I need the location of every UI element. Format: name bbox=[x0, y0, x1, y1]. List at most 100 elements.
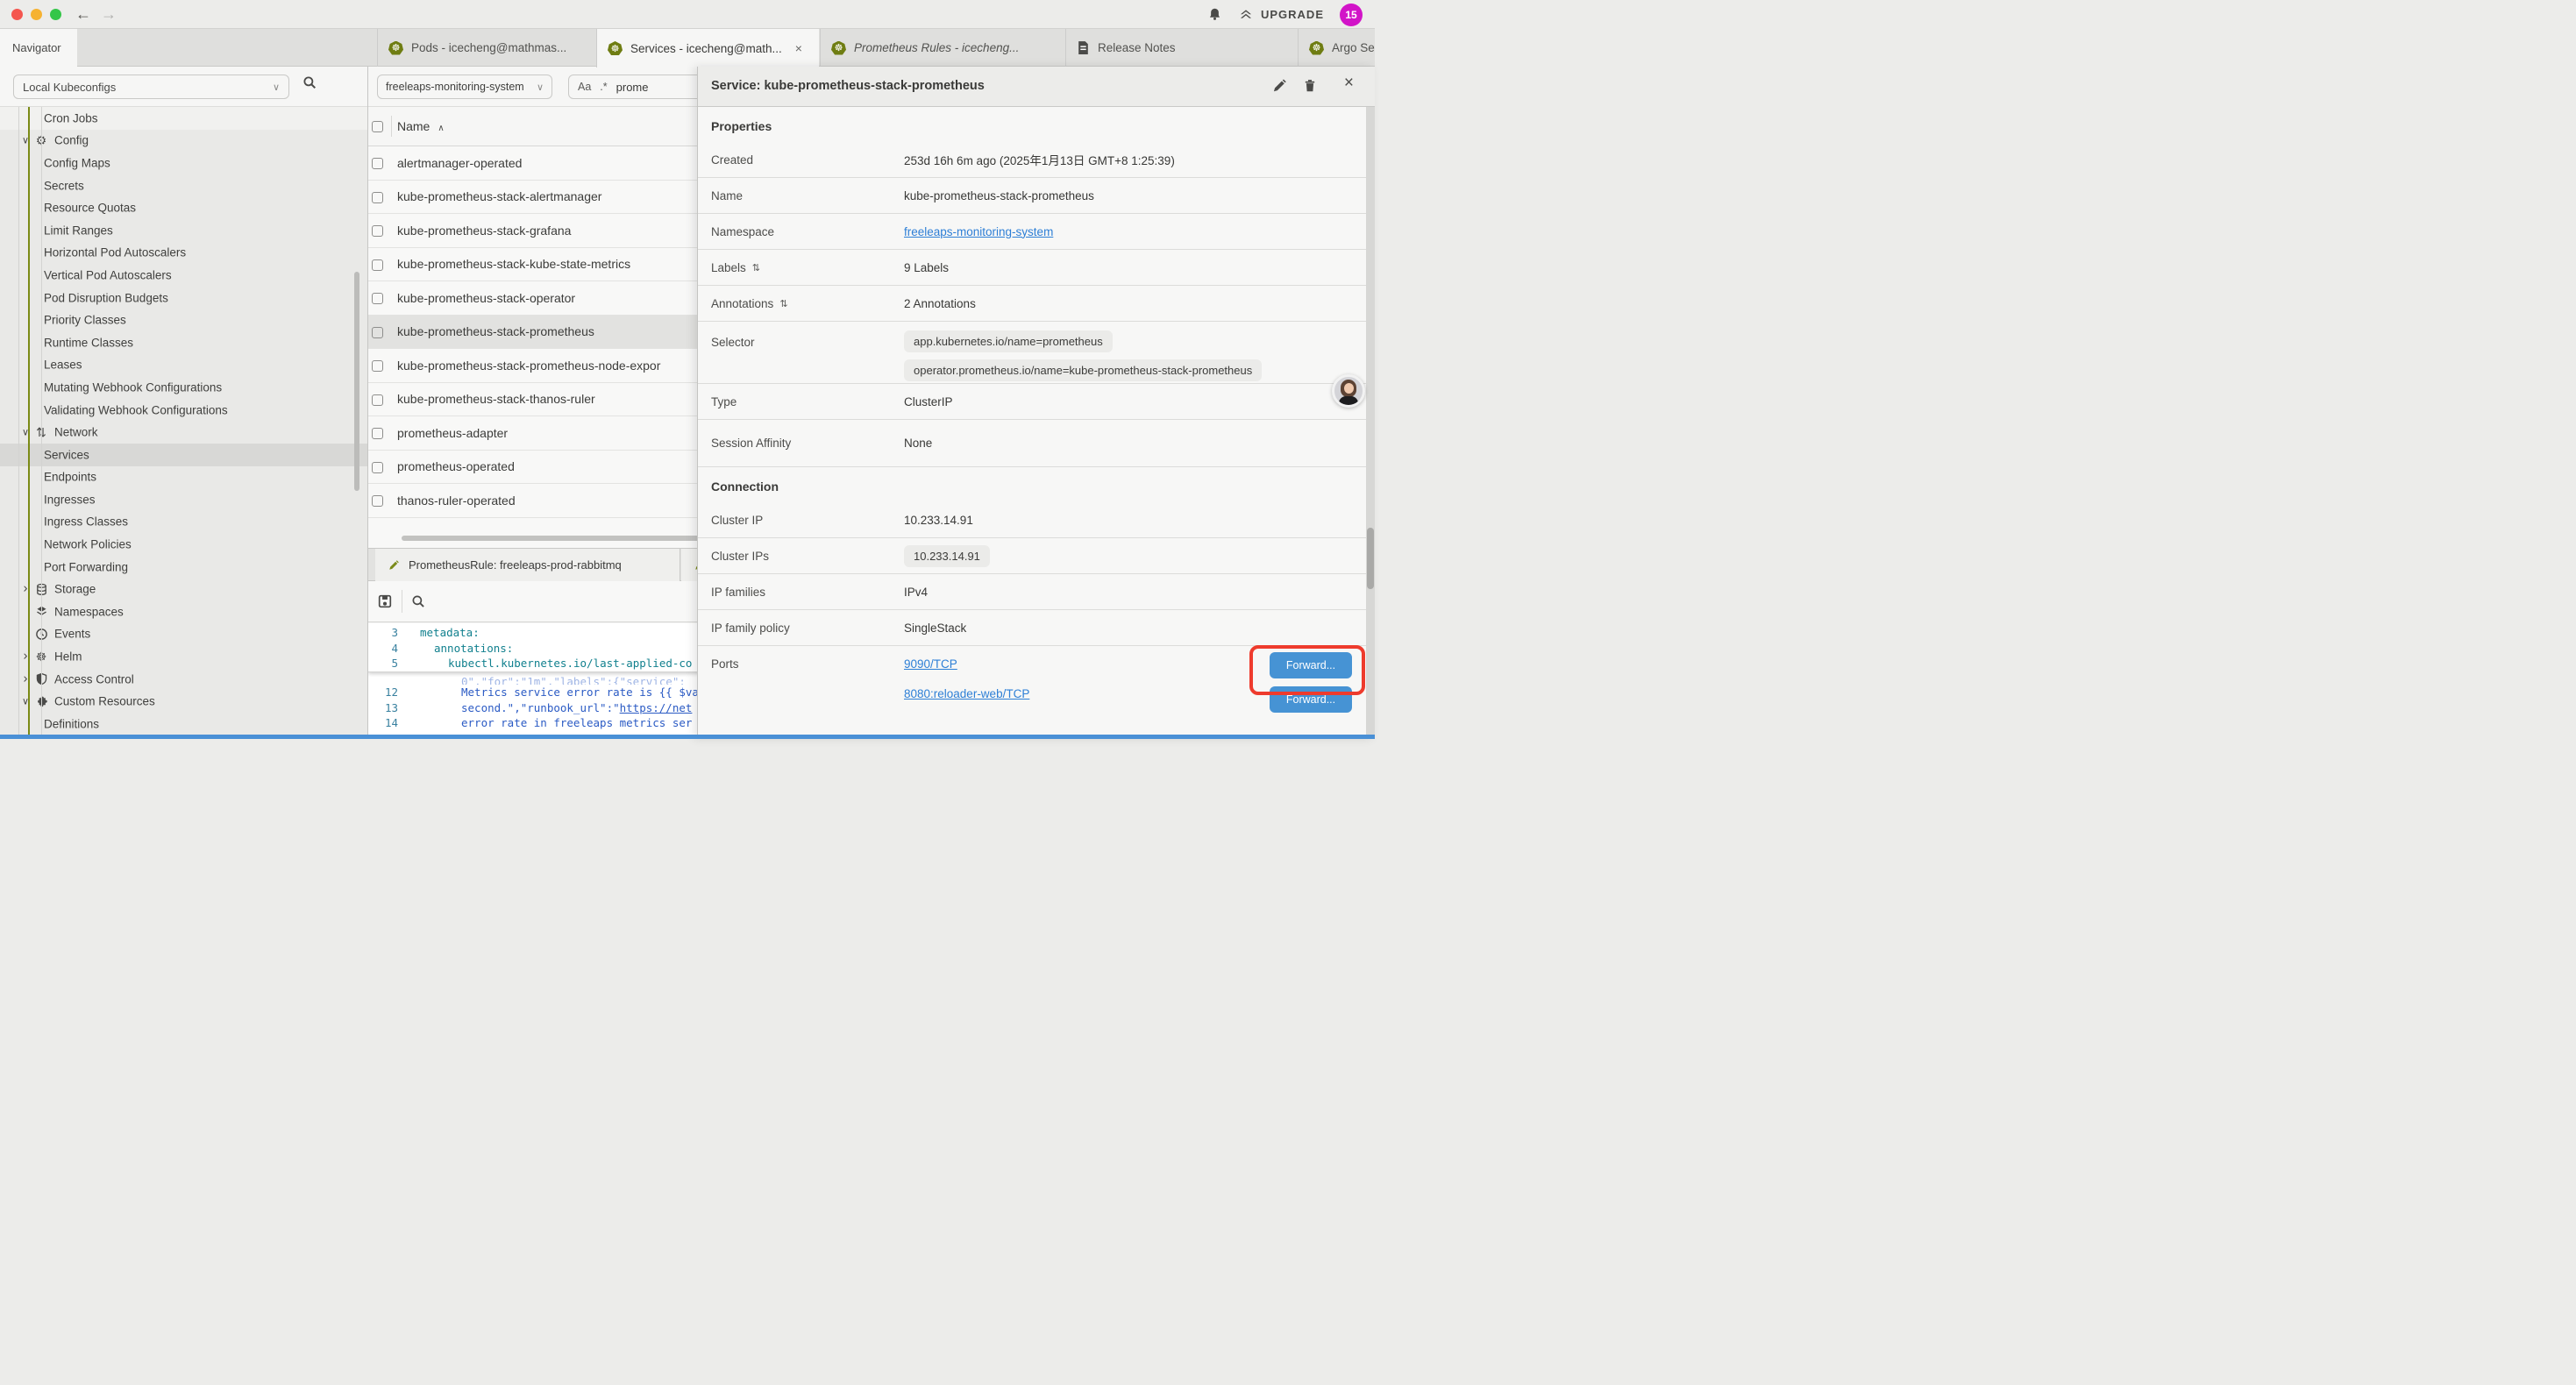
sidebar-group-network[interactable]: ∨⇅Network bbox=[0, 421, 367, 444]
sidebar-group-config[interactable]: ∨⚙Config bbox=[0, 130, 367, 153]
details-scrollbar-thumb[interactable] bbox=[1367, 528, 1374, 589]
sidebar-group-access-control[interactable]: ›Access Control bbox=[0, 668, 367, 691]
regex-icon[interactable]: .* bbox=[600, 81, 607, 93]
bell-icon[interactable] bbox=[1207, 7, 1222, 22]
tab-pods[interactable]: ☸ Pods - icecheng@mathmas... bbox=[377, 29, 595, 67]
navigator-tab-label: Navigator bbox=[12, 41, 61, 54]
tab-release-notes[interactable]: Release Notes bbox=[1065, 29, 1297, 67]
connection-row-cluster-ips: Cluster IPs 10.233.14.91 bbox=[698, 538, 1375, 574]
row-checkbox[interactable] bbox=[372, 394, 383, 406]
sidebar-item-pod-disruption-budgets[interactable]: Pod Disruption Budgets bbox=[0, 287, 367, 309]
search-icon[interactable] bbox=[302, 75, 317, 90]
sidebar-item-limit-ranges[interactable]: Limit Ranges bbox=[0, 219, 367, 242]
chevron-down-icon: ∨ bbox=[273, 82, 280, 93]
sidebar-item-port-forwarding[interactable]: Port Forwarding bbox=[0, 556, 367, 579]
sidebar-item-events[interactable]: Events bbox=[0, 623, 367, 646]
bottom-accent-bar bbox=[0, 735, 1375, 739]
forward-port-button[interactable]: Forward... bbox=[1270, 686, 1352, 713]
runbook-url-link[interactable]: https://net bbox=[620, 701, 693, 714]
connection-row-ports: Ports 9090/TCP 8080:reloader-web/TCP For… bbox=[698, 646, 1375, 700]
name-column-header[interactable]: Name ∧ bbox=[397, 119, 445, 133]
sidebar-item-ingress-classes[interactable]: Ingress Classes bbox=[0, 511, 367, 534]
port-link-9090[interactable]: 9090/TCP bbox=[904, 657, 1029, 671]
sidebar-item-mutating-webhook-configurations[interactable]: Mutating Webhook Configurations bbox=[0, 376, 367, 399]
forward-port-button[interactable]: Forward... bbox=[1270, 652, 1352, 678]
expand-collapse-icon[interactable]: ⇅ bbox=[779, 298, 787, 309]
traffic-light-close-icon[interactable] bbox=[11, 9, 23, 20]
row-checkbox[interactable] bbox=[372, 158, 383, 169]
match-case-icon[interactable]: Aa bbox=[578, 81, 591, 93]
sidebar-group-helm[interactable]: ›☸Helm bbox=[0, 645, 367, 668]
close-tab-icon[interactable]: × bbox=[795, 41, 802, 55]
row-checkbox[interactable] bbox=[372, 428, 383, 439]
editor-search-icon[interactable] bbox=[410, 593, 426, 609]
navigator-header: Local Kubeconfigs ∨ bbox=[0, 67, 367, 107]
row-checkbox[interactable] bbox=[372, 360, 383, 372]
property-row-selector: Selector app.kubernetes.io/name=promethe… bbox=[698, 322, 1375, 384]
trash-icon[interactable] bbox=[1302, 78, 1318, 94]
tab-services[interactable]: ☸ Services - icecheng@math... × bbox=[596, 29, 819, 67]
kubernetes-icon: ☸ bbox=[388, 41, 403, 55]
select-all-checkbox[interactable] bbox=[372, 121, 383, 132]
details-scrollbar-track[interactable] bbox=[1366, 107, 1375, 739]
edit-pencil-icon[interactable] bbox=[1271, 78, 1287, 94]
row-checkbox[interactable] bbox=[372, 225, 383, 237]
save-icon[interactable] bbox=[377, 593, 393, 609]
row-checkbox[interactable] bbox=[372, 327, 383, 338]
tab-navigator[interactable]: Navigator bbox=[0, 29, 77, 67]
row-checkbox[interactable] bbox=[372, 293, 383, 304]
traffic-light-minimize-icon[interactable] bbox=[31, 9, 42, 20]
sidebar-item-resource-quotas[interactable]: Resource Quotas bbox=[0, 196, 367, 219]
row-checkbox[interactable] bbox=[372, 495, 383, 507]
upgrade-button[interactable]: UPGRADE bbox=[1238, 8, 1324, 22]
sidebar-item-definitions[interactable]: Definitions bbox=[0, 713, 367, 735]
sidebar-item-secrets[interactable]: Secrets bbox=[0, 174, 367, 197]
sidebar-item-horizontal-pod-autoscalers[interactable]: Horizontal Pod Autoscalers bbox=[0, 242, 367, 265]
expand-collapse-icon[interactable]: ⇅ bbox=[752, 262, 760, 273]
sidebar-item-config-maps[interactable]: Config Maps bbox=[0, 152, 367, 174]
tab-prometheus-rules[interactable]: ☸ Prometheus Rules - icecheng... bbox=[820, 29, 1064, 67]
sidebar-item-priority-classes[interactable]: Priority Classes bbox=[0, 309, 367, 331]
notification-count-badge[interactable]: 15 bbox=[1340, 4, 1363, 26]
row-checkbox[interactable] bbox=[372, 192, 383, 203]
editor-tab-prometheusrule[interactable]: PrometheusRule: freeleaps-prod-rabbitmq bbox=[375, 549, 680, 581]
sort-ascending-icon: ∧ bbox=[438, 124, 444, 133]
sidebar-group-custom-resources[interactable]: ∨Custom Resources bbox=[0, 690, 367, 713]
kubernetes-icon: ☸ bbox=[831, 41, 846, 55]
traffic-light-zoom-icon[interactable] bbox=[50, 9, 61, 20]
sidebar-item-network-policies[interactable]: Network Policies bbox=[0, 533, 367, 556]
property-row-annotations: Annotations⇅ 2 Annotations bbox=[698, 286, 1375, 322]
cluster-color-guide bbox=[28, 107, 30, 739]
sidebar-item-leases[interactable]: Leases bbox=[0, 354, 367, 377]
namespace-link[interactable]: freeleaps-monitoring-system bbox=[904, 225, 1053, 238]
close-panel-icon[interactable]: × bbox=[1344, 74, 1354, 93]
row-checkbox[interactable] bbox=[372, 462, 383, 473]
sidebar-group-storage[interactable]: ›Storage bbox=[0, 578, 367, 600]
kubeconfig-selector[interactable]: Local Kubeconfigs ∨ bbox=[13, 75, 289, 99]
user-avatar[interactable] bbox=[1332, 374, 1365, 408]
port-link-8080[interactable]: 8080:reloader-web/TCP bbox=[904, 687, 1029, 700]
namespace-selector[interactable]: freeleaps-monitoring-system ∨ bbox=[377, 75, 552, 99]
sidebar-item-cron-jobs[interactable]: Cron Jobs bbox=[0, 107, 367, 130]
forward-arrow-icon[interactable]: → bbox=[101, 4, 117, 25]
row-checkbox[interactable] bbox=[372, 259, 383, 271]
sidebar-item-endpoints[interactable]: Endpoints bbox=[0, 466, 367, 489]
window-titlebar: ← → UPGRADE 15 bbox=[0, 0, 1375, 29]
column-divider bbox=[391, 116, 392, 137]
selector-badge: app.kubernetes.io/name=prometheus bbox=[904, 330, 1113, 352]
sidebar-item-vertical-pod-autoscalers[interactable]: Vertical Pod Autoscalers bbox=[0, 264, 367, 287]
sidebar-scrollbar[interactable] bbox=[354, 272, 359, 491]
sidebar-item-namespaces[interactable]: Namespaces bbox=[0, 600, 367, 623]
sidebar-item-validating-webhook-configurations[interactable]: Validating Webhook Configurations bbox=[0, 399, 367, 422]
service-details-panel: Service: kube-prometheus-stack-prometheu… bbox=[697, 67, 1375, 739]
kubernetes-icon: ☸ bbox=[608, 41, 623, 55]
connection-section-title: Connection bbox=[698, 467, 1375, 502]
tab-argo[interactable]: ☸ Argo Se bbox=[1298, 29, 1375, 67]
back-arrow-icon[interactable]: ← bbox=[75, 4, 91, 25]
navigator-sidebar: Local Kubeconfigs ∨ Cron Jobs ∨⚙Config C… bbox=[0, 67, 368, 739]
kubeconfig-selector-value: Local Kubeconfigs bbox=[23, 81, 116, 94]
sidebar-item-runtime-classes[interactable]: Runtime Classes bbox=[0, 331, 367, 354]
sidebar-item-ingresses[interactable]: Ingresses bbox=[0, 488, 367, 511]
selector-badge: operator.prometheus.io/name=kube-prometh… bbox=[904, 359, 1262, 381]
sidebar-item-services[interactable]: Services bbox=[0, 444, 367, 466]
